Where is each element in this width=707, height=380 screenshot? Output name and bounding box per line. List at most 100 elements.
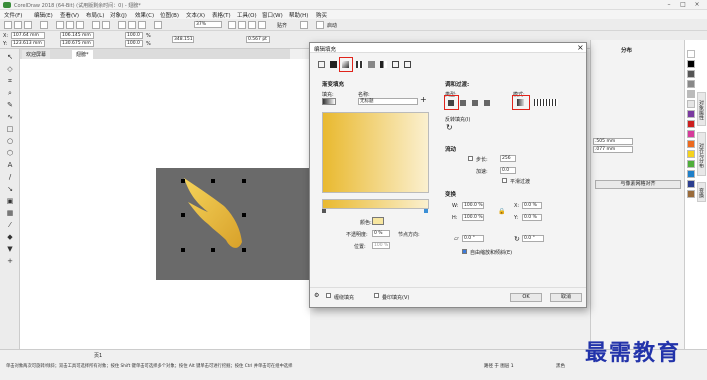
rectangle-tool-icon[interactable]: □ bbox=[5, 125, 15, 133]
swatch-gray-lighter[interactable] bbox=[687, 100, 695, 108]
smooth-checkbox[interactable] bbox=[502, 178, 507, 184]
connector-tool-icon[interactable]: ↘ bbox=[5, 185, 15, 193]
undo-icon[interactable] bbox=[92, 21, 100, 29]
interactive-fill-icon[interactable]: ◆ bbox=[5, 233, 15, 241]
x-position-field[interactable]: 107.64 mm bbox=[11, 32, 45, 39]
menu-object[interactable]: 对象(J) bbox=[110, 11, 127, 19]
transform-x-field[interactable]: 0.0 % bbox=[522, 202, 542, 209]
add-tool-icon[interactable]: + bbox=[5, 257, 15, 265]
freehand-tool-icon[interactable]: ✎ bbox=[5, 101, 15, 109]
menu-view[interactable]: 查看(V) bbox=[60, 11, 79, 19]
custom-mode-icon[interactable] bbox=[534, 99, 558, 106]
menu-help[interactable]: 帮助(H) bbox=[289, 11, 308, 19]
acceleration-field[interactable]: 0.0 bbox=[500, 167, 516, 174]
menu-table[interactable]: 表格(T) bbox=[212, 11, 231, 19]
swatch-green[interactable] bbox=[687, 160, 695, 168]
opacity-field[interactable]: 0 % bbox=[372, 230, 390, 237]
uniform-fill-icon[interactable] bbox=[330, 61, 337, 68]
parallel-dimension-icon[interactable]: / bbox=[5, 173, 15, 181]
guidelines-icon[interactable] bbox=[258, 21, 266, 29]
transparency-tool-icon[interactable]: ▦ bbox=[5, 209, 15, 217]
swatch-yellow[interactable] bbox=[687, 150, 695, 158]
mirror-repeat-icon[interactable]: ↻ bbox=[446, 123, 453, 132]
maximize-button[interactable]: □ bbox=[678, 1, 688, 9]
launch-label[interactable]: 启动 bbox=[327, 22, 337, 29]
free-scale-checkbox[interactable] bbox=[462, 249, 467, 255]
settings-gear-icon[interactable]: ⚙ bbox=[314, 292, 319, 299]
grid-icon[interactable] bbox=[248, 21, 256, 29]
outline-width-field[interactable]: 0.567 pt bbox=[246, 36, 270, 43]
postscript-fill-icon[interactable] bbox=[404, 61, 411, 68]
import-icon[interactable] bbox=[128, 21, 136, 29]
lock-ratio-icon[interactable]: 🔒 bbox=[498, 208, 505, 215]
swatch-orange[interactable] bbox=[687, 140, 695, 148]
redo-icon[interactable] bbox=[102, 21, 110, 29]
transform-y-field[interactable]: 0.0 % bbox=[522, 214, 542, 221]
polygon-tool-icon[interactable]: ⬡ bbox=[5, 149, 15, 157]
search-content-icon[interactable] bbox=[118, 21, 126, 29]
zoom-select[interactable]: 37% bbox=[194, 21, 222, 28]
swatch-brown[interactable] bbox=[687, 190, 695, 198]
skew-field[interactable]: 0.0 ° bbox=[462, 235, 484, 242]
export-icon[interactable] bbox=[138, 21, 146, 29]
swatch-magenta[interactable] bbox=[687, 130, 695, 138]
tab-document[interactable]: 翅膀* bbox=[72, 50, 93, 59]
tab-object-properties[interactable]: 对象属性 bbox=[697, 92, 706, 126]
steps-field[interactable]: 256 bbox=[500, 155, 516, 162]
docker-field-2[interactable]: .077 mm bbox=[593, 146, 633, 153]
swatch-blue[interactable] bbox=[687, 170, 695, 178]
rotation-angle-field[interactable]: 348.151 bbox=[172, 36, 194, 43]
smart-fill-icon[interactable]: ▼ bbox=[5, 245, 15, 253]
rulers-icon[interactable] bbox=[238, 21, 246, 29]
swatch-white[interactable] bbox=[687, 50, 695, 58]
artistic-media-icon[interactable]: ∿ bbox=[5, 113, 15, 121]
save-icon[interactable] bbox=[24, 21, 32, 29]
pdf-icon[interactable] bbox=[154, 21, 162, 29]
conical-type-icon[interactable] bbox=[472, 100, 478, 106]
pick-tool-icon[interactable]: ↖ bbox=[5, 53, 15, 61]
transform-height-field[interactable]: 100.0 % bbox=[462, 214, 484, 221]
page-tab-label[interactable]: 页1 bbox=[94, 352, 102, 359]
menu-layout[interactable]: 布局(L) bbox=[86, 11, 104, 19]
ok-button[interactable]: OK bbox=[510, 293, 542, 302]
crop-tool-icon[interactable]: ⌗ bbox=[5, 77, 15, 85]
height-field[interactable]: 130.675 mm bbox=[60, 40, 94, 47]
gradient-name-field[interactable]: 无标题 bbox=[358, 98, 418, 105]
menu-file[interactable]: 文件(F) bbox=[4, 11, 22, 19]
vector-pattern-icon[interactable] bbox=[356, 61, 363, 68]
tab-align-distribute[interactable]: 对齐与分布 bbox=[697, 132, 706, 176]
elliptical-type-icon[interactable] bbox=[460, 100, 466, 106]
eyedropper-tool-icon[interactable]: ⁄ bbox=[5, 221, 15, 229]
snap-to-label[interactable]: 贴齐 bbox=[277, 22, 287, 29]
full-screen-icon[interactable] bbox=[228, 21, 236, 29]
swatch-red[interactable] bbox=[687, 120, 695, 128]
shape-tool-icon[interactable]: ◇ bbox=[5, 65, 15, 73]
menu-edit[interactable]: 编辑(E) bbox=[34, 11, 53, 19]
texture-fill-icon[interactable] bbox=[392, 61, 399, 68]
swatch-black[interactable] bbox=[687, 60, 695, 68]
dialog-close-icon[interactable]: × bbox=[577, 43, 584, 52]
menu-bitmaps[interactable]: 位图(B) bbox=[160, 11, 179, 19]
close-window-button[interactable]: × bbox=[692, 1, 702, 9]
zoom-tool-icon[interactable]: ⌕ bbox=[5, 89, 15, 97]
overprint-checkbox[interactable] bbox=[374, 293, 379, 299]
gradient-slider[interactable] bbox=[322, 199, 429, 209]
y-position-field[interactable]: 123.613 mm bbox=[11, 40, 45, 47]
settings-gear-icon[interactable] bbox=[300, 21, 308, 29]
swatch-navy[interactable] bbox=[687, 180, 695, 188]
start-node-handle[interactable] bbox=[322, 209, 326, 213]
ellipse-tool-icon[interactable]: ○ bbox=[5, 137, 15, 145]
new-file-icon[interactable] bbox=[4, 21, 12, 29]
steps-checkbox[interactable] bbox=[468, 156, 473, 162]
menu-buy[interactable]: 购买 bbox=[316, 11, 327, 19]
drop-shadow-icon[interactable]: ▣ bbox=[5, 197, 15, 205]
launch-icon[interactable] bbox=[316, 21, 324, 29]
print-icon[interactable] bbox=[40, 21, 48, 29]
two-color-pattern-icon[interactable] bbox=[380, 61, 387, 68]
wrap-fill-checkbox[interactable] bbox=[326, 293, 331, 299]
add-preset-icon[interactable]: + bbox=[420, 95, 427, 104]
open-file-icon[interactable] bbox=[14, 21, 22, 29]
swatch-purple[interactable] bbox=[687, 110, 695, 118]
menu-window[interactable]: 窗口(W) bbox=[262, 11, 283, 19]
docker-field-1[interactable]: .505 mm bbox=[593, 138, 633, 145]
